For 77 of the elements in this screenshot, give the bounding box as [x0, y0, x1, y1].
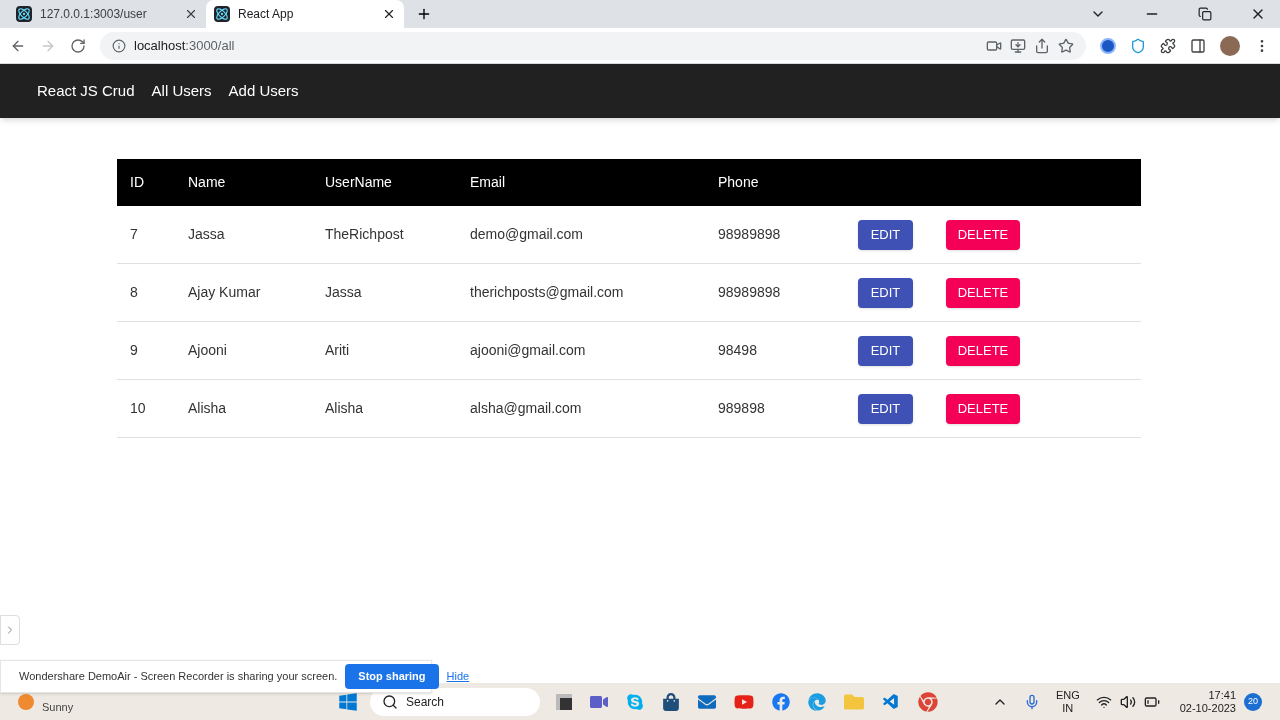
task-view-icon[interactable] [556, 693, 572, 710]
extension-icon[interactable] [1100, 37, 1116, 54]
edit-button[interactable]: EDIT [858, 393, 913, 424]
address-bar[interactable]: localhost:3000/all [100, 31, 1086, 60]
store-icon[interactable] [662, 692, 680, 711]
profile-avatar[interactable] [1220, 35, 1240, 56]
delete-button[interactable]: DELETE [946, 393, 1020, 424]
edit-button[interactable]: EDIT [858, 335, 913, 366]
tab-title: 127.0.0.1:3003/user [40, 6, 148, 23]
install-icon[interactable] [1010, 37, 1026, 54]
table-cell-text: 9 [129, 341, 139, 360]
table-cell-text: 10 [129, 399, 147, 418]
table-cell-text: Jassa [324, 283, 363, 302]
bookmark-star-icon[interactable] [1058, 37, 1074, 54]
column-header: Phone [717, 173, 760, 192]
tab-title: React App [238, 6, 295, 23]
table-cell-text: alsha@gmail.com [469, 399, 583, 418]
search-icon [382, 693, 398, 710]
delete-button[interactable]: DELETE [946, 335, 1020, 366]
share-icon[interactable] [1034, 37, 1050, 54]
edit-button[interactable]: EDIT [858, 277, 913, 308]
table-cell-text: demo@gmail.com [469, 225, 585, 244]
atom-icon [214, 6, 230, 22]
hide-link[interactable]: Hide [446, 668, 470, 685]
url-text: localhost:3000/all [134, 36, 235, 55]
table-cell-text: ajooni@gmail.com [469, 341, 587, 360]
volume-icon[interactable] [1119, 693, 1136, 710]
extensions-icon[interactable] [1160, 37, 1176, 54]
browser-tab[interactable]: React App [206, 0, 404, 28]
side-toggle[interactable] [0, 615, 20, 645]
notification-badge[interactable]: 20 [1244, 692, 1262, 711]
shield-icon[interactable] [1130, 37, 1146, 54]
info-icon [112, 38, 126, 53]
brand-link[interactable]: React JS Crud [37, 79, 135, 103]
language-indicator[interactable]: ENG IN [1055, 688, 1080, 715]
search-label: Search [406, 693, 445, 711]
side-panel-icon[interactable] [1190, 37, 1206, 54]
table-cell-text: 7 [129, 225, 139, 244]
table-cell-text: 8 [129, 283, 139, 302]
close-icon[interactable] [382, 7, 396, 21]
column-header: UserName [324, 173, 393, 192]
taskbar-search[interactable]: Search [370, 687, 540, 716]
atom-icon [16, 6, 32, 22]
table-cell-text: Alisha [324, 399, 365, 418]
clock[interactable]: 17:41 02-10-2023 [1179, 688, 1236, 715]
edit-button[interactable]: EDIT [858, 219, 913, 250]
browser-tab[interactable]: 127.0.0.1:3003/user [8, 0, 206, 28]
table-cell-text: 98498 [717, 341, 758, 360]
table-cell-text: 989898 [717, 399, 766, 418]
close-icon[interactable] [184, 7, 198, 21]
facebook-icon[interactable] [772, 692, 790, 711]
weather-text: Sunny [42, 700, 74, 716]
delete-button[interactable]: DELETE [946, 277, 1020, 308]
table-cell-text: therichposts@gmail.com [469, 283, 625, 302]
table-cell-text: TheRichpost [324, 225, 405, 244]
table-cell-text: Alisha [187, 399, 228, 418]
table-cell-text: Ajooni [187, 341, 228, 360]
start-icon[interactable] [338, 691, 358, 712]
reload-icon[interactable] [70, 37, 86, 54]
table-cell-text: Jassa [187, 225, 226, 244]
new-tab-icon[interactable] [416, 6, 432, 22]
vscode-icon[interactable] [882, 692, 900, 711]
stop-sharing-button[interactable]: Stop sharing [345, 664, 439, 689]
table-cell-text: Ajay Kumar [187, 283, 262, 302]
table-cell-text: 98989898 [717, 225, 782, 244]
column-header: Email [469, 173, 506, 192]
table-cell-text: 98989898 [717, 283, 782, 302]
delete-button[interactable]: DELETE [946, 219, 1020, 250]
share-message: Wondershare DemoAir - Screen Recorder is sharing your screen. [19, 669, 338, 685]
chrome-icon[interactable] [918, 691, 938, 712]
nav-link[interactable]: Add Users [228, 79, 299, 103]
mail-icon[interactable] [698, 692, 716, 711]
column-header: Name [187, 173, 227, 192]
restore-icon[interactable] [1198, 7, 1212, 21]
nav-link[interactable]: All Users [151, 79, 212, 103]
table-cell-text: Ariti [324, 341, 351, 360]
column-header: ID [129, 173, 145, 192]
